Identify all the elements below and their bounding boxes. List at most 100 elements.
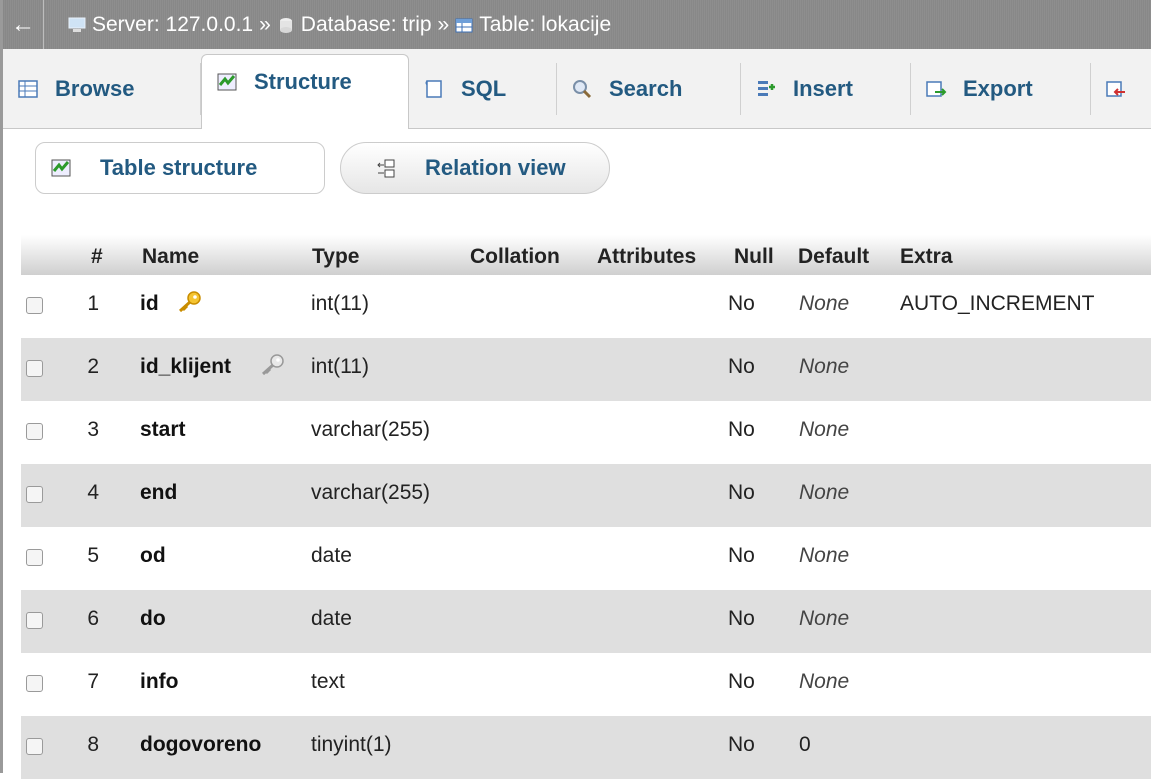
subtab-label: Table structure [100,155,258,180]
header-collation: Collation [470,245,560,268]
row-number: 1 [87,292,99,315]
column-name[interactable]: start [140,418,186,442]
breadcrumb-table[interactable]: Table: lokacije [455,13,611,37]
table-row: 6 do date No None [21,590,1151,653]
tab-browse[interactable]: Browse [3,63,201,115]
import-icon [1106,81,1125,97]
breadcrumb-server-label: Server: 127.0.0.1 [92,12,254,36]
breadcrumb-separator: » [437,12,450,36]
column-null: No [728,355,755,378]
tab-import[interactable] [1091,63,1151,115]
tab-bar: Browse Structure SQL Search Insert Expor… [3,49,1151,129]
column-type: date [311,544,352,567]
column-name[interactable]: info [140,670,178,694]
header-attributes: Attributes [597,245,697,268]
column-name[interactable]: dogovoreno [140,733,261,757]
column-name-text: id_klijent [140,355,232,378]
column-type: tinyint(1) [311,733,392,756]
header-extra: Extra [900,245,953,268]
table-row: 3 start varchar(255) No None [21,401,1151,464]
tab-insert[interactable]: Insert [741,63,911,115]
table-row: 8 dogovoreno tinyint(1) No 0 [21,716,1151,779]
row-checkbox[interactable] [26,423,43,440]
table-row: 2 id_klijent int(11) No None [21,338,1151,401]
table-header: # Name Type Collation Attributes Null De… [21,235,1151,275]
row-number: 4 [87,481,99,504]
search-icon [573,80,592,99]
tab-search[interactable]: Search [557,63,741,115]
column-default: None [799,355,850,378]
back-arrow-icon[interactable]: ← [3,11,43,39]
row-checkbox[interactable] [26,549,43,566]
subtab-table-structure[interactable]: Table structure [35,142,325,194]
structure-icon [217,73,237,91]
column-default: None [799,670,850,693]
breadcrumb-server[interactable]: Server: 127.0.0.1 [68,13,253,37]
column-null: No [728,607,755,630]
tab-structure[interactable]: Structure [201,54,409,129]
row-number: 5 [87,544,99,567]
relation-icon [377,159,395,178]
tab-label: Structure [254,69,352,94]
column-null: No [728,544,755,567]
subtab-relation-view[interactable]: Relation view [340,142,610,194]
row-number: 8 [87,733,99,756]
column-name[interactable]: end [140,481,177,505]
column-null: No [728,670,755,693]
row-number: 7 [87,670,99,693]
column-default: None [799,607,850,630]
breadcrumb-table-label: Table: lokacije [479,12,612,36]
tab-label: Export [963,76,1033,101]
header-num: # [91,245,103,268]
tab-label: Browse [55,76,135,101]
column-null: No [728,733,755,756]
column-name[interactable]: do [140,607,166,631]
row-checkbox[interactable] [26,738,43,755]
structure-table: # Name Type Collation Attributes Null De… [21,235,1151,779]
column-type: varchar(255) [311,418,431,441]
table-row: 5 od date No None [21,527,1151,590]
server-icon [68,17,86,32]
row-checkbox[interactable] [26,297,43,314]
column-default: None [799,481,850,504]
index-key-icon [261,354,284,375]
column-default: None [799,418,850,441]
column-type: varchar(255) [311,481,431,504]
row-checkbox[interactable] [26,486,43,503]
column-name-text: id [140,292,159,315]
row-number: 6 [87,607,99,630]
table-row: 1 id int(11) No None AUTO_INCREMENT [21,275,1151,338]
tab-export[interactable]: Export [911,63,1091,115]
export-icon [926,81,947,97]
tab-label: Search [609,76,683,101]
database-icon [279,17,292,33]
column-default: None [799,544,850,567]
column-name[interactable]: od [140,544,166,568]
column-type: date [311,607,352,630]
breadcrumb-database[interactable]: Database: trip [277,13,432,37]
column-type: int(11) [311,292,369,315]
table-row: 7 info text No None [21,653,1151,716]
column-name[interactable]: id_klijent [140,354,284,379]
column-name[interactable]: id [140,291,201,316]
sql-icon [425,80,442,98]
row-checkbox[interactable] [26,612,43,629]
row-checkbox[interactable] [26,675,43,692]
row-checkbox[interactable] [26,360,43,377]
column-default: 0 [799,733,811,756]
browse-icon [18,80,38,98]
tab-label: Insert [793,76,853,101]
column-type: int(11) [311,355,369,378]
header-default: Default [798,245,870,268]
column-type: text [311,670,345,693]
tab-sql[interactable]: SQL [409,63,557,115]
column-null: No [728,481,755,504]
header-type: Type [312,245,360,268]
column-default: None [799,292,850,315]
tab-label: SQL [461,76,507,101]
column-extra: AUTO_INCREMENT [900,292,1095,315]
structure-icon [51,159,71,177]
breadcrumb: ← Server: 127.0.0.1 » Database: trip » T… [3,0,1151,49]
row-number: 3 [87,418,99,441]
header-null: Null [734,245,774,268]
